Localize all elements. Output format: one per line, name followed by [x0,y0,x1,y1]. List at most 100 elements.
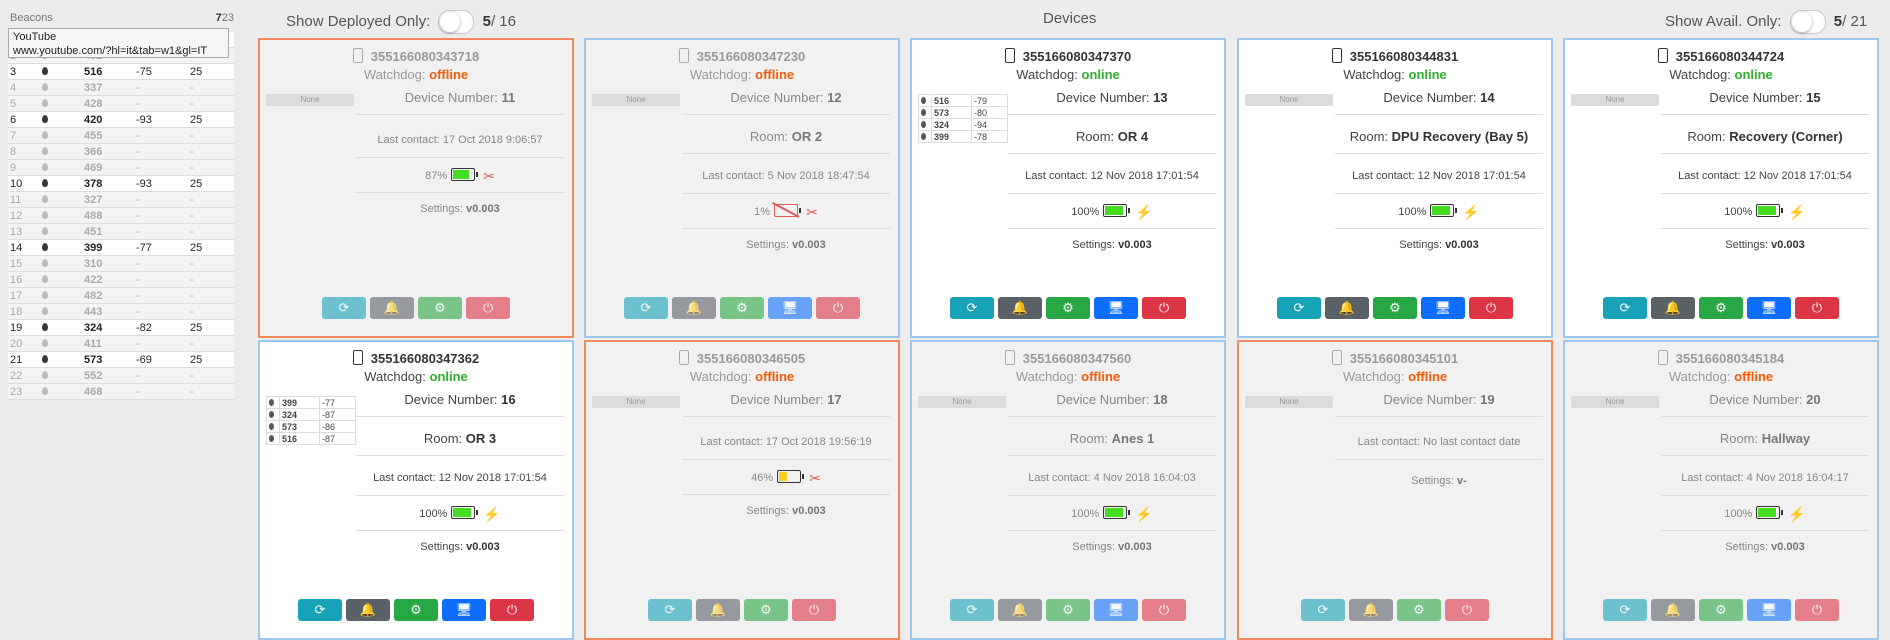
settings-button[interactable]: ⚙ [1373,297,1417,319]
power-button[interactable]: ⏻ [466,297,510,319]
room-value: OR 4 [1117,129,1149,144]
avail-toggle[interactable] [1789,10,1826,34]
map-pin-icon [921,96,926,104]
beacon-rssi: -93 [134,175,188,192]
alert-button[interactable]: 🔔 [346,599,390,621]
power-button[interactable]: ⏻ [1795,297,1839,319]
divider [356,416,564,417]
battery-icon [451,506,479,519]
screen-button[interactable]: 🖥 [1747,297,1791,319]
power-button[interactable]: ⏻ [1469,297,1513,319]
refresh-button[interactable]: ⟳ [1277,297,1321,319]
screen-button[interactable]: 🖥 [1747,599,1791,621]
alert-button[interactable]: 🔔 [672,297,716,319]
device-imei-text: 355166080347362 [370,351,480,366]
divider [682,459,890,460]
device-card: 355166080344724 Watchdog: online None Devic… [1563,38,1879,338]
last-contact-value: 12 Nov 2018 17:01:54 [1743,170,1852,182]
settings-button[interactable]: ⚙ [418,297,462,319]
device-number-value: 18 [1153,392,1168,407]
beacon-row: 17 482- - [8,287,234,304]
screen-button[interactable]: 🖥 [442,599,486,621]
power-button[interactable]: ⏻ [792,599,836,621]
settings-button[interactable]: ⚙ [1699,297,1743,319]
battery-fill [1105,508,1124,517]
alert-button[interactable]: 🔔 [998,297,1042,319]
settings-value: v0.003 [792,239,826,251]
settings-button[interactable]: ⚙ [1046,297,1090,319]
refresh-button[interactable]: ⟳ [648,599,692,621]
beacon-value: - [188,127,234,144]
deployed-toggle[interactable] [438,10,475,34]
beacon-row: 19 324 -82 25 [8,319,234,336]
device-beacon-row: 516 -87 [266,432,356,445]
screen-button[interactable]: 🖥 [1421,297,1465,319]
beacon-rssi: - [134,367,188,384]
refresh-button[interactable]: ⟳ [298,599,342,621]
refresh-button[interactable]: ⟳ [322,297,366,319]
device-settings: Settings: v0.003 [356,203,564,215]
beacon-index: 20 [8,335,40,352]
room-label: Room: [423,431,463,446]
beacon-index: 7 [8,127,40,144]
power-button[interactable]: ⏻ [1795,599,1839,621]
map-pin-icon [42,322,48,331]
alert-button[interactable]: 🔔 [1651,297,1695,319]
settings-button[interactable]: ⚙ [394,599,438,621]
alert-button[interactable]: 🔔 [1325,297,1369,319]
beacon-rssi: -75 [134,63,188,80]
watchdog-label: Watchdog: [1016,67,1078,82]
battery-percent: 46% [751,472,774,484]
alert-button[interactable]: 🔔 [1651,599,1695,621]
beacon-value: - [188,79,234,96]
power-button[interactable]: ⏻ [490,599,534,621]
beacon-value: - [188,143,234,160]
last-contact: Last contact: 5 Nov 2018 18:47:54 [682,170,890,182]
refresh-button[interactable]: ⟳ [1603,297,1647,319]
phone-icon [678,350,689,365]
refresh-button[interactable]: ⟳ [950,599,994,621]
device-actions: ⟳ 🔔 ⚙ 🖥 ⏻ [1239,297,1551,319]
settings-button[interactable]: ⚙ [744,599,788,621]
settings-button[interactable]: ⚙ [1397,599,1441,621]
last-contact: Last contact: 4 Nov 2018 16:04:17 [1661,472,1869,484]
refresh-button[interactable]: ⟳ [624,297,668,319]
screen-button[interactable]: 🖥 [1094,599,1138,621]
alert-button[interactable]: 🔔 [696,599,740,621]
no-beacons-label: None [592,94,680,106]
settings-button[interactable]: ⚙ [720,297,764,319]
charging-plug-icon: ⚡ [1462,204,1480,220]
power-button[interactable]: ⏻ [1142,599,1186,621]
beacon-id: 552 [82,367,134,384]
battery-fill [1758,508,1777,517]
map-pin-icon [42,370,48,379]
screen-button[interactable]: 🖥 [1094,297,1138,319]
device-imei-text: 355166080345101 [1349,351,1459,366]
alert-button[interactable]: 🔔 [370,297,414,319]
battery-status: 100% ⚡ [1008,204,1216,221]
screen-button[interactable]: 🖥 [768,297,812,319]
beacon-index: 11 [8,191,40,208]
refresh-button[interactable]: ⟳ [950,297,994,319]
battery-status: 100% ⚡ [356,506,564,523]
alert-button[interactable]: 🔔 [1349,599,1393,621]
refresh-button[interactable]: ⟳ [1301,599,1345,621]
power-button[interactable]: ⏻ [1445,599,1489,621]
refresh-button[interactable]: ⟳ [1603,599,1647,621]
divider [1335,114,1543,115]
last-contact-value: No last contact date [1423,436,1521,448]
divider [1335,153,1543,154]
power-button[interactable]: ⏻ [816,297,860,319]
power-button[interactable]: ⏻ [1142,297,1186,319]
watchdog-status: Watchdog: offline [1565,369,1877,384]
alert-button[interactable]: 🔔 [998,599,1042,621]
room-label: Room: [1687,129,1726,144]
settings-button[interactable]: ⚙ [1046,599,1090,621]
page-title: Devices [1043,10,1097,27]
beacon-pin-icon [40,287,82,304]
divider [1661,228,1869,229]
beacon-pin-icon [40,159,82,176]
settings-button[interactable]: ⚙ [1699,599,1743,621]
device-number-value: 19 [1480,392,1495,407]
last-contact: Last contact: 12 Nov 2018 17:01:54 [1335,170,1543,182]
